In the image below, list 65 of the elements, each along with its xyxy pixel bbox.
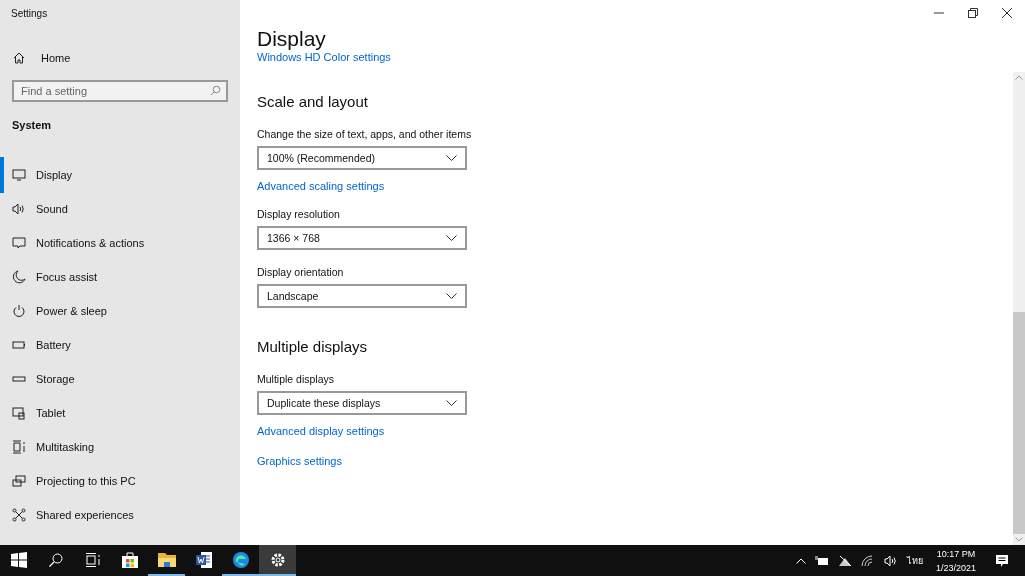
chevron-down-icon — [446, 293, 457, 300]
connected-nodes-icon — [12, 508, 26, 522]
settings-link[interactable]: Windows HD Color settings — [257, 51, 391, 64]
dropdown[interactable]: 1366 × 768 — [257, 226, 467, 251]
search-icon — [210, 85, 221, 96]
restore-icon[interactable] — [968, 8, 978, 18]
word-processor-icon — [194, 550, 213, 569]
search-icon — [47, 551, 64, 568]
close-icon[interactable] — [1002, 8, 1012, 18]
page-title: Display — [257, 26, 326, 52]
monitor-icon — [12, 168, 26, 182]
chevron-down-icon — [446, 155, 457, 162]
chevron-up-icon[interactable] — [795, 557, 806, 564]
battery-icon — [12, 338, 26, 352]
speaker-icon[interactable] — [883, 554, 898, 567]
settings-link[interactable]: Graphics settings — [257, 455, 342, 468]
sidebar-item[interactable]: Focus assist — [0, 259, 240, 295]
speaker-icon — [12, 202, 26, 216]
sidebar-item[interactable]: Power & sleep — [0, 293, 240, 329]
field-label: Change the size of text, apps, and other items — [257, 128, 472, 141]
settings-link[interactable]: Advanced display settings — [257, 425, 385, 438]
section-heading: Scale and layout — [257, 93, 368, 111]
home-icon — [12, 51, 26, 65]
field-label: Display resolution — [257, 208, 340, 221]
clock-date[interactable]: 1/23/2021 — [935, 560, 976, 575]
sidebar-item[interactable]: Battery — [0, 327, 240, 363]
sidebar-item[interactable]: Sound — [0, 191, 240, 227]
field-label: Display orientation — [257, 266, 344, 279]
dropdown[interactable]: Duplicate these displays — [257, 391, 467, 416]
message-icon — [12, 236, 26, 250]
notification-icon[interactable] — [995, 553, 1009, 568]
tablet-icon — [12, 406, 26, 420]
sidebar-item[interactable]: Notifications & actions — [0, 225, 240, 261]
browser-icon — [231, 550, 250, 569]
home-nav-item[interactable]: Home — [0, 48, 83, 68]
task-view-icon — [84, 551, 101, 568]
windows-logo-icon — [10, 551, 27, 568]
section-heading: System — [12, 119, 52, 131]
dropdown[interactable]: Landscape — [257, 284, 467, 309]
dropdown[interactable]: 100% (Recommended) — [257, 146, 467, 171]
field-label: Multiple displays — [257, 373, 335, 386]
battery-plug-icon[interactable] — [814, 555, 829, 566]
sidebar-item[interactable]: Shared experiences — [0, 497, 240, 533]
section-heading: Multiple displays — [257, 338, 368, 356]
folder-icon — [157, 551, 176, 568]
gear-icon — [269, 551, 286, 568]
multitasking-icon — [12, 440, 26, 454]
sidebar-item[interactable]: Multitasking — [0, 429, 240, 465]
chevron-down-icon — [446, 400, 457, 407]
power-icon — [12, 304, 26, 318]
sidebar-item[interactable]: Tablet — [0, 395, 240, 431]
wifi-icon[interactable] — [860, 554, 875, 567]
projector-screen-icon — [12, 474, 26, 488]
window-title: Settings — [10, 7, 48, 19]
taskbar-button[interactable] — [259, 545, 296, 576]
settings-link[interactable]: Advanced scaling settings — [257, 180, 385, 193]
language-indicator[interactable]: ไทย — [906, 553, 923, 568]
sidebar-item[interactable]: Storage — [0, 361, 240, 397]
network-off-icon[interactable] — [837, 554, 852, 567]
moon-icon — [12, 270, 26, 284]
chevron-down-icon — [446, 235, 457, 242]
sidebar-item[interactable]: Projecting to this PC — [0, 463, 240, 499]
clock-time[interactable]: 10:17 PM — [936, 546, 976, 561]
store-icon — [120, 550, 139, 569]
search-field[interactable]: Find a setting — [12, 80, 228, 102]
